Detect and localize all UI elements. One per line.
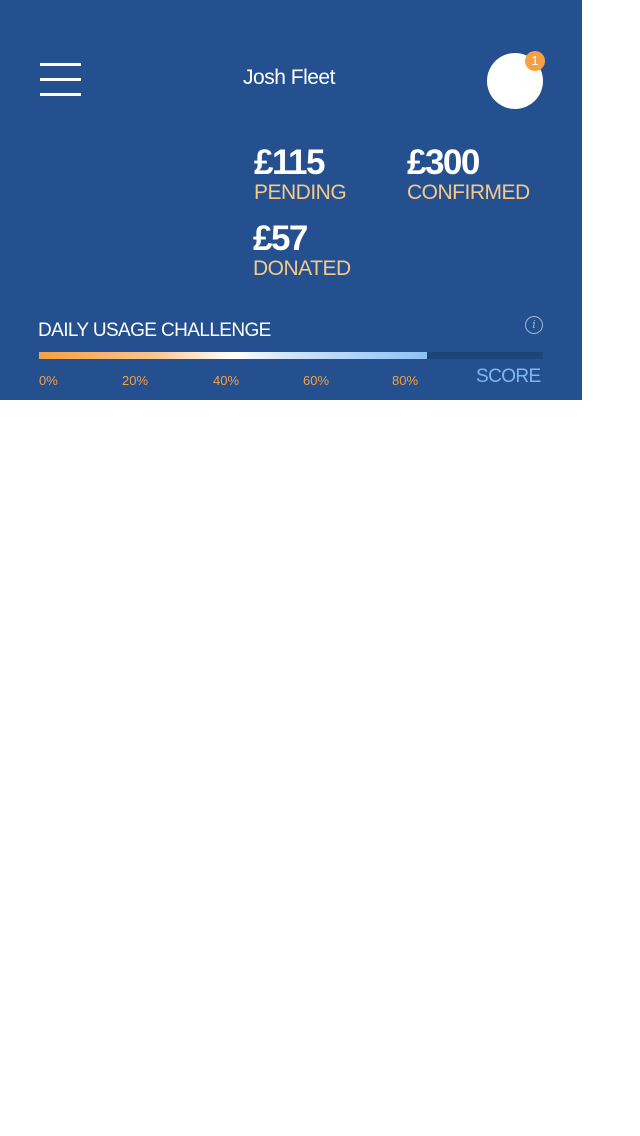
donated-stat: £57 DONATED — [253, 220, 351, 280]
pending-amount: £115 — [254, 143, 325, 182]
tick-80: 80% — [392, 373, 419, 388]
challenge-title: DAILY USAGE CHALLENGE — [38, 320, 271, 341]
confirmed-stat: £300 CONFIRMED — [407, 144, 530, 204]
tick-0: 0% — [39, 373, 58, 388]
confirmed-label: CONFIRMED — [407, 181, 530, 204]
notification-badge[interactable]: 1 — [525, 51, 545, 71]
pending-stat: £115 PENDING — [254, 143, 347, 204]
donated-label: DONATED — [253, 257, 351, 280]
header-panel: Josh Fleet 1 £115 PENDING £300 CONFIRMED… — [0, 0, 582, 400]
challenge-progress-bar — [39, 352, 543, 359]
score-label[interactable]: SCORE — [476, 366, 541, 388]
donated-amount: £57 — [253, 219, 308, 258]
challenge-progress-fill — [39, 352, 428, 359]
info-icon[interactable]: i — [525, 316, 543, 334]
tick-60: 60% — [303, 373, 330, 388]
tick-20: 20% — [122, 373, 149, 388]
confirmed-amount: £300 — [407, 143, 480, 182]
tick-40: 40% — [213, 373, 240, 388]
pending-label: PENDING — [254, 181, 347, 204]
